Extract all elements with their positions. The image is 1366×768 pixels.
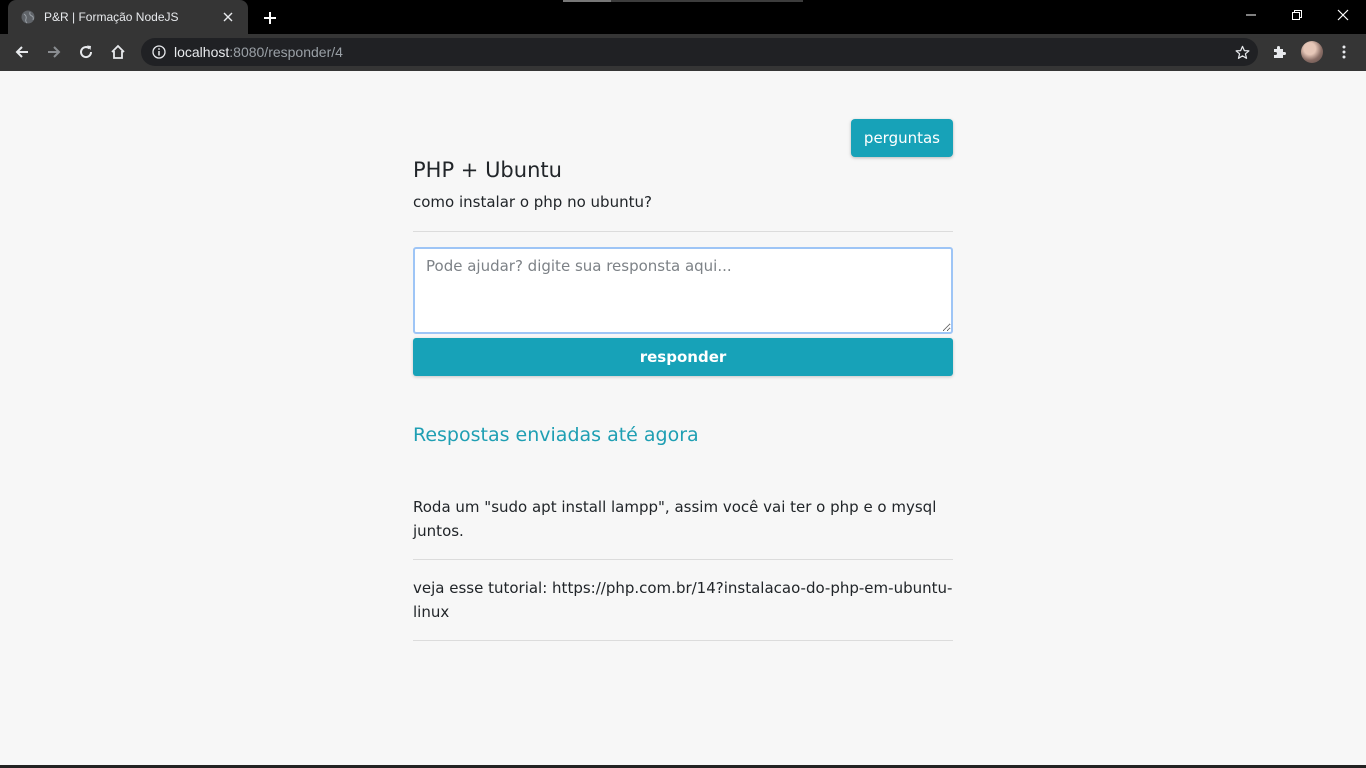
responder-button[interactable]: responder — [413, 338, 953, 376]
back-arrow-icon — [15, 46, 28, 58]
new-tab-button[interactable] — [259, 7, 281, 29]
browser-titlebar: P&R | Formação NodeJS — [0, 0, 1366, 34]
window-drag-indicator — [563, 0, 803, 2]
close-window-button[interactable] — [1320, 0, 1366, 30]
answer-textarea[interactable] — [413, 247, 953, 334]
forward-button[interactable] — [40, 38, 68, 66]
url-text: localhost:8080/responder/4 — [174, 44, 343, 60]
globe-icon — [20, 9, 36, 25]
plus-icon — [264, 12, 276, 24]
divider — [413, 231, 953, 232]
perguntas-button[interactable]: perguntas — [850, 119, 953, 157]
info-icon[interactable] — [151, 44, 167, 60]
home-button[interactable] — [104, 38, 132, 66]
close-icon — [1337, 9, 1349, 21]
reload-button[interactable] — [72, 38, 100, 66]
back-button[interactable] — [8, 38, 36, 66]
url-host: localhost — [174, 44, 230, 60]
browser-tab[interactable]: P&R | Formação NodeJS — [8, 0, 248, 34]
browser-toolbar: localhost:8080/responder/4 — [0, 34, 1366, 71]
url-path: :8080/responder/4 — [229, 44, 343, 60]
extensions-button[interactable] — [1265, 38, 1293, 66]
home-icon — [111, 44, 125, 59]
minimize-button[interactable] — [1228, 0, 1274, 30]
restore-button[interactable] — [1274, 0, 1320, 30]
close-tab-icon[interactable] — [220, 9, 236, 25]
forward-arrow-icon — [48, 46, 61, 58]
restore-icon — [1292, 10, 1302, 20]
more-vertical-icon — [1342, 45, 1346, 59]
question-title: PHP + Ubuntu — [413, 158, 562, 182]
minimize-icon — [1246, 14, 1256, 16]
question-description: como instalar o php no ubuntu? — [413, 193, 652, 211]
bookmark-star-icon[interactable] — [1234, 44, 1250, 60]
answer-item: Roda um "sudo apt install lampp", assim … — [413, 495, 953, 560]
answers-list: Roda um "sudo apt install lampp", assim … — [413, 495, 953, 657]
puzzle-icon — [1274, 46, 1286, 58]
answers-heading: Respostas enviadas até agora — [413, 424, 699, 446]
reload-icon — [80, 45, 93, 59]
tab-title: P&R | Formação NodeJS — [44, 10, 179, 24]
browser-menu-button[interactable] — [1330, 38, 1358, 66]
profile-avatar[interactable] — [1301, 41, 1323, 63]
address-bar[interactable]: localhost:8080/responder/4 — [141, 38, 1258, 66]
answer-item: veja esse tutorial: https://php.com.br/1… — [413, 576, 953, 641]
